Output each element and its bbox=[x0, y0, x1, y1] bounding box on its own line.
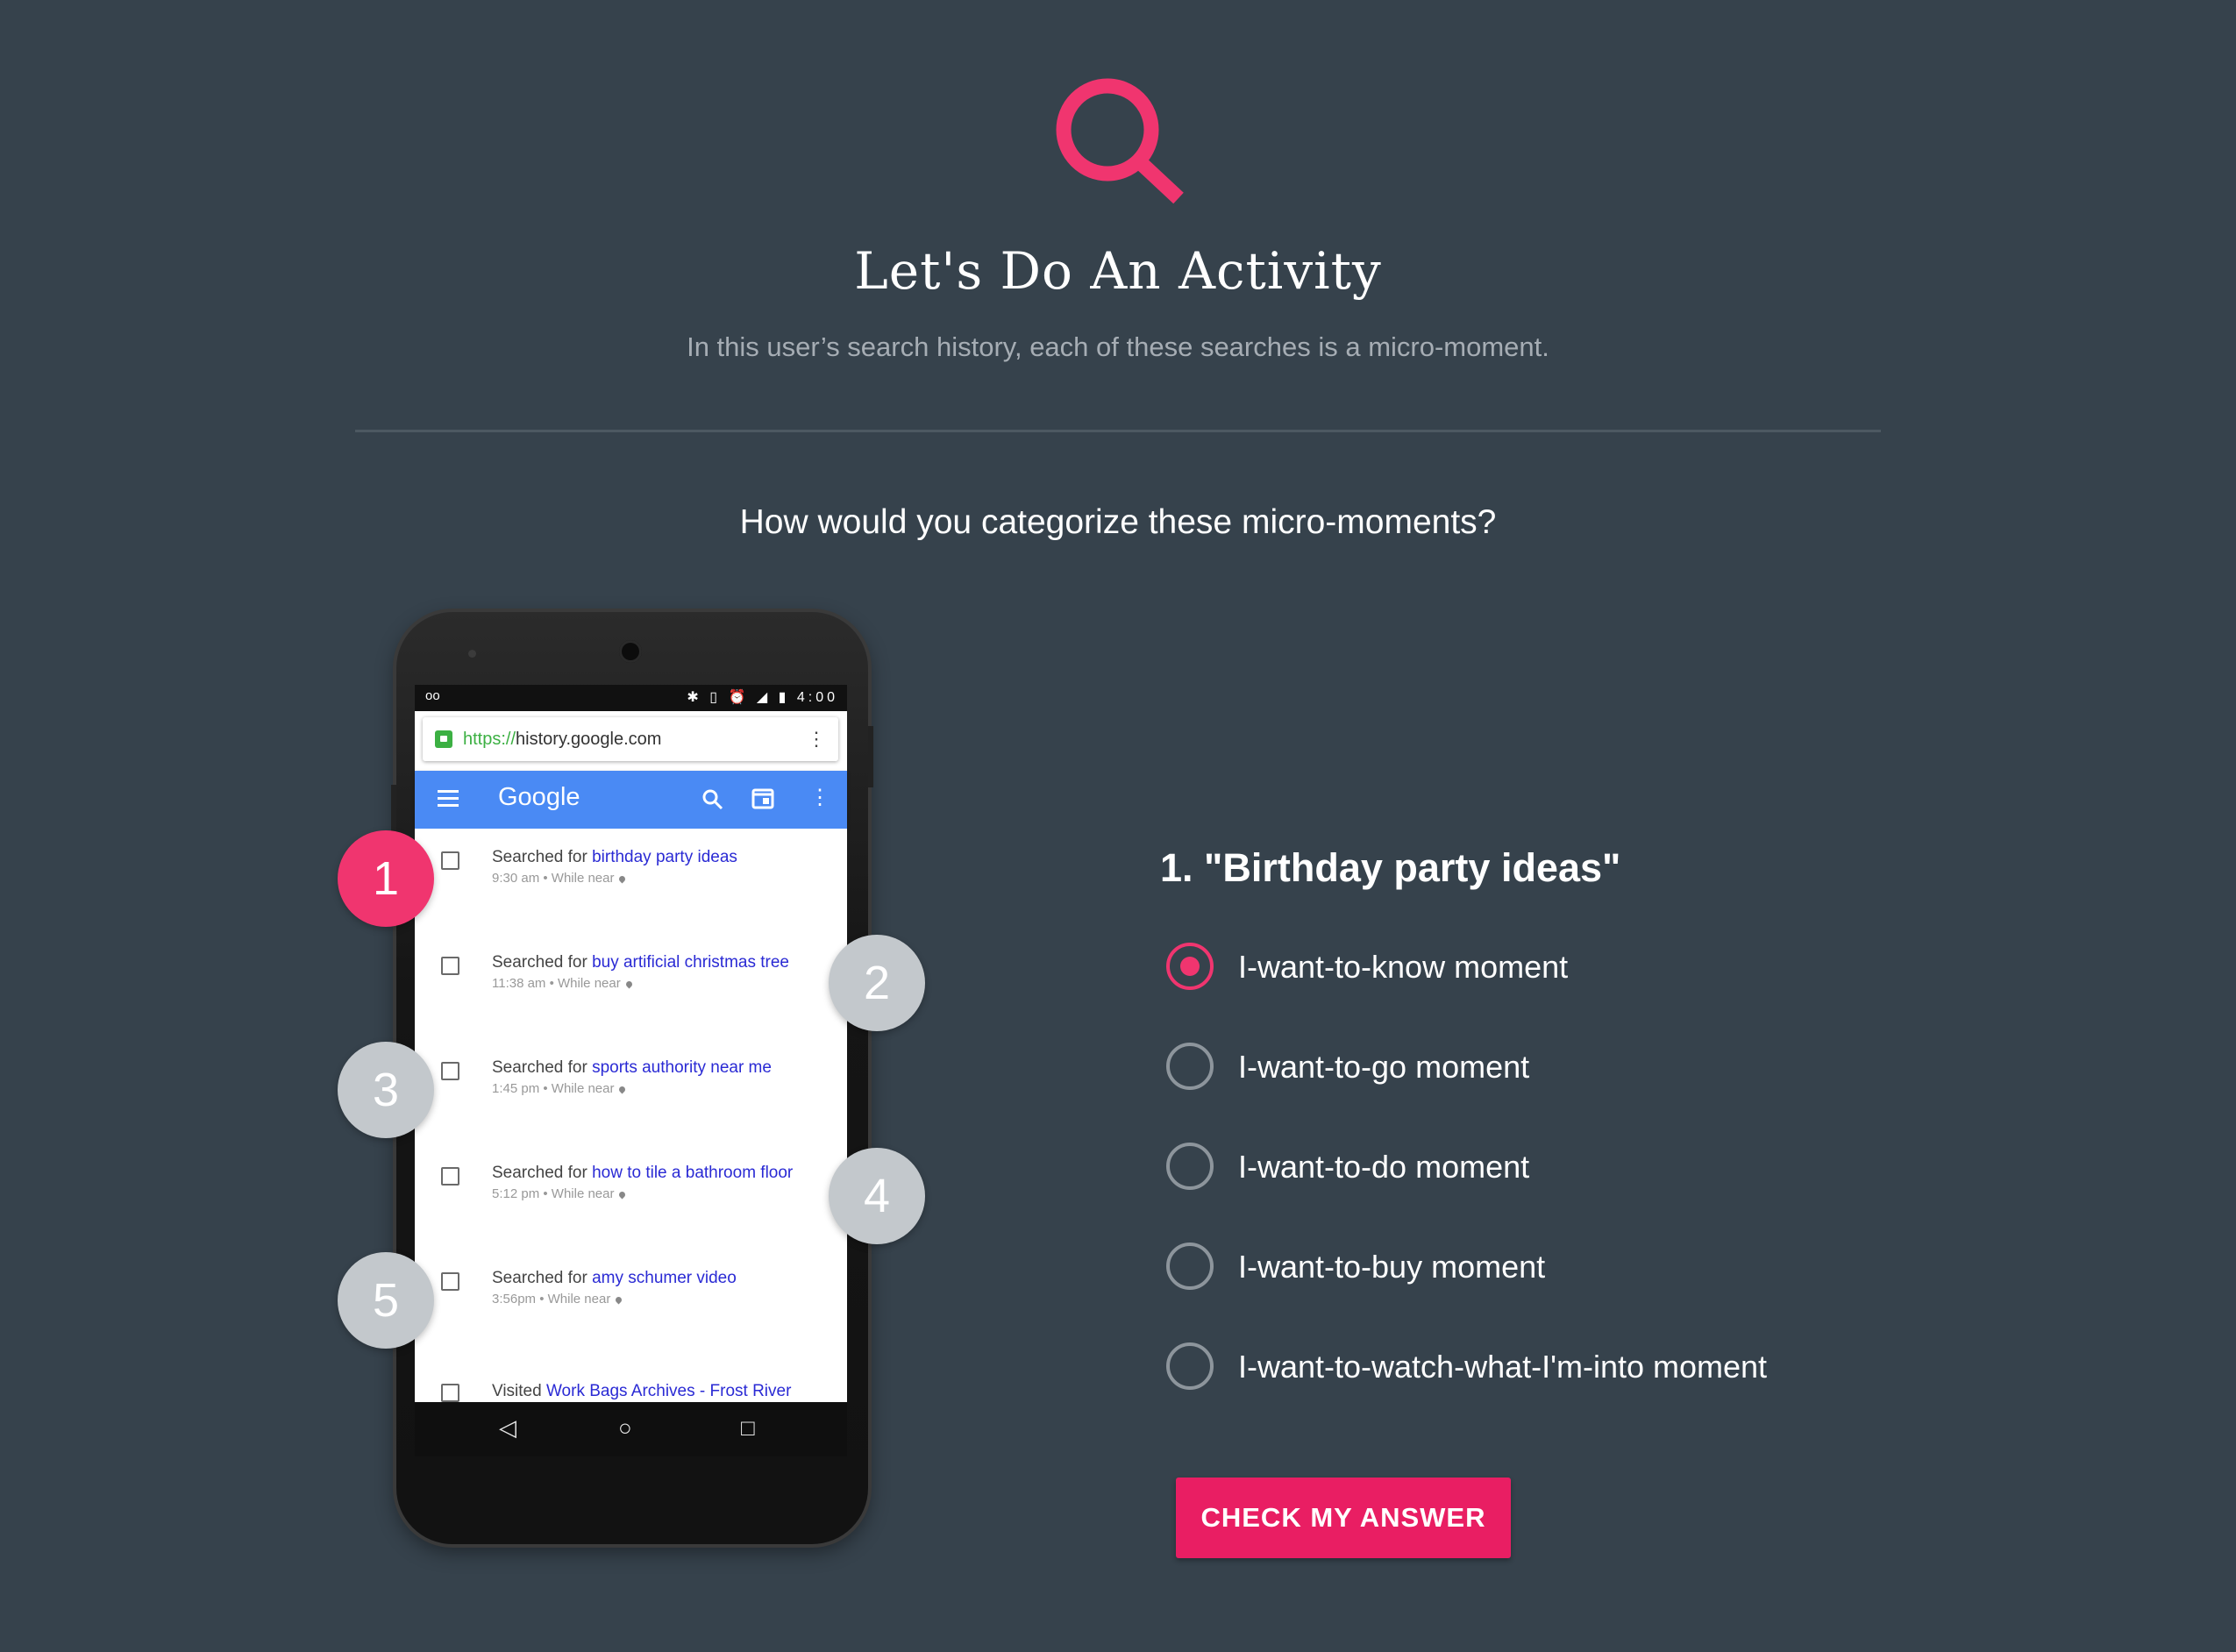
option-label: I-want-to-buy moment bbox=[1238, 1249, 1546, 1285]
history-query[interactable]: Work Bags Archives - Frost River bbox=[546, 1382, 791, 1400]
status-time: 4:00 bbox=[796, 690, 838, 705]
history-title: Searched for sports authority near me bbox=[492, 1058, 772, 1078]
history-prefix: Searched for bbox=[492, 953, 593, 972]
url-text: https://history.google.com bbox=[463, 730, 661, 750]
history-item[interactable]: Searched for amy schumer video 3:56pm • … bbox=[415, 1250, 847, 1356]
history-prefix: Visited bbox=[492, 1382, 546, 1400]
checkbox-icon[interactable] bbox=[441, 1062, 459, 1080]
history-title: Searched for birthday party ideas bbox=[492, 848, 737, 867]
history-meta: 11:38 am • While near bbox=[492, 976, 634, 991]
quiz-question: 1. "Birthday party ideas" bbox=[1160, 845, 1621, 890]
history-item[interactable]: Searched for how to tile a bathroom floo… bbox=[415, 1144, 847, 1251]
history-query[interactable]: amy schumer video bbox=[592, 1269, 737, 1287]
marker-4[interactable]: 4 bbox=[829, 1148, 925, 1244]
marker-1[interactable]: 1 bbox=[338, 830, 434, 927]
calendar-icon[interactable] bbox=[751, 787, 774, 809]
radio-icon[interactable] bbox=[1166, 1143, 1214, 1190]
marker-5[interactable]: 5 bbox=[338, 1252, 434, 1349]
history-item[interactable]: Searched for sports authority near me 1:… bbox=[415, 1039, 847, 1146]
home-icon[interactable]: ○ bbox=[618, 1414, 632, 1442]
status-bar: oo ✱ ▯ ⏰ ◢ ▮ 4:00 bbox=[415, 685, 847, 711]
radio-icon[interactable] bbox=[1166, 1342, 1214, 1390]
radio-selected-icon[interactable] bbox=[1166, 943, 1214, 990]
radio-icon[interactable] bbox=[1166, 1043, 1214, 1090]
menu-icon[interactable] bbox=[438, 790, 459, 808]
marker-3[interactable]: 3 bbox=[338, 1042, 434, 1138]
app-bar: Google ⋮ bbox=[415, 771, 847, 829]
history-time: 5:12 pm • While near bbox=[492, 1186, 615, 1201]
back-icon[interactable]: ◁ bbox=[499, 1414, 516, 1442]
option-label: I-want-to-go moment bbox=[1238, 1049, 1530, 1085]
page-title: Let's Do An Activity bbox=[854, 241, 1382, 301]
url-bar[interactable]: https://history.google.com ⋮ bbox=[423, 717, 838, 761]
checkbox-icon[interactable] bbox=[441, 957, 459, 975]
history-item[interactable]: Visited Work Bags Archives - Frost River bbox=[415, 1355, 847, 1402]
history-time: 9:30 am • While near bbox=[492, 871, 615, 886]
radio-icon[interactable] bbox=[1166, 1243, 1214, 1290]
checkbox-icon[interactable] bbox=[441, 1167, 459, 1186]
search-icon[interactable] bbox=[701, 787, 725, 812]
checkbox-icon[interactable] bbox=[441, 1384, 459, 1402]
page-subtitle: In this user’s search history, each of t… bbox=[687, 331, 1549, 362]
history-item[interactable]: Searched for birthday party ideas 9:30 a… bbox=[415, 829, 847, 936]
phone-power-button bbox=[868, 726, 873, 787]
history-query[interactable]: birthday party ideas bbox=[592, 848, 737, 866]
recent-apps-icon[interactable]: □ bbox=[741, 1414, 755, 1442]
history-meta: 9:30 am • While near bbox=[492, 871, 627, 886]
history-item[interactable]: Searched for buy artificial christmas tr… bbox=[415, 934, 847, 1041]
history-prefix: Searched for bbox=[492, 848, 593, 866]
checkbox-icon[interactable] bbox=[441, 1272, 459, 1291]
location-pin-icon bbox=[624, 979, 634, 988]
more-vert-icon[interactable]: ⋮ bbox=[807, 728, 826, 751]
location-pin-icon bbox=[614, 1295, 623, 1304]
location-pin-icon bbox=[618, 1085, 627, 1093]
history-meta: 1:45 pm • While near bbox=[492, 1081, 627, 1096]
history-meta: 5:12 pm • While near bbox=[492, 1186, 627, 1201]
history-prefix: Searched for bbox=[492, 1164, 593, 1182]
history-prefix: Searched for bbox=[492, 1058, 593, 1077]
history-query[interactable]: buy artificial christmas tree bbox=[592, 953, 789, 972]
history-query[interactable]: sports authority near me bbox=[592, 1058, 772, 1077]
checkbox-icon[interactable] bbox=[441, 851, 459, 870]
question-prompt: How would you categorize these micro-mom… bbox=[739, 503, 1497, 541]
url-protocol: https:// bbox=[463, 730, 516, 749]
check-answer-button[interactable]: CHECK MY ANSWER bbox=[1176, 1478, 1511, 1558]
history-time: 1:45 pm • While near bbox=[492, 1081, 615, 1096]
voicemail-icon: oo bbox=[425, 688, 440, 703]
option-label: I-want-to-know moment bbox=[1238, 949, 1569, 985]
history-title: Searched for amy schumer video bbox=[492, 1269, 737, 1288]
status-icons: ✱ ▯ ⏰ ◢ ▮ 4:00 bbox=[687, 688, 838, 706]
phone-camera bbox=[619, 640, 642, 663]
marker-2[interactable]: 2 bbox=[829, 935, 925, 1031]
history-meta: 3:56pm • While near bbox=[492, 1292, 623, 1307]
status-indicator-icons: ✱ ▯ ⏰ ◢ ▮ bbox=[687, 690, 790, 705]
history-query[interactable]: how to tile a bathroom floor bbox=[592, 1164, 793, 1182]
divider bbox=[355, 430, 1881, 432]
history-prefix: Searched for bbox=[492, 1269, 593, 1287]
location-pin-icon bbox=[618, 1190, 627, 1199]
location-pin-icon bbox=[618, 874, 627, 883]
history-time: 11:38 am • While near bbox=[492, 976, 621, 991]
option-label: I-want-to-watch-what-I'm-into moment bbox=[1238, 1349, 1768, 1385]
android-nav-bar: ◁ ○ □ bbox=[415, 1402, 847, 1456]
lock-icon bbox=[435, 730, 452, 748]
url-host: history.google.com bbox=[516, 730, 662, 749]
option-label: I-want-to-do moment bbox=[1238, 1149, 1530, 1185]
history-title: Searched for how to tile a bathroom floo… bbox=[492, 1164, 793, 1183]
app-logo: Google bbox=[498, 783, 580, 811]
history-time: 3:56pm • While near bbox=[492, 1292, 611, 1307]
more-vert-icon[interactable]: ⋮ bbox=[809, 785, 830, 811]
search-icon bbox=[1056, 78, 1184, 204]
history-title: Searched for buy artificial christmas tr… bbox=[492, 953, 789, 972]
history-title: Visited Work Bags Archives - Frost River bbox=[492, 1382, 791, 1401]
phone-sensor bbox=[468, 650, 476, 658]
